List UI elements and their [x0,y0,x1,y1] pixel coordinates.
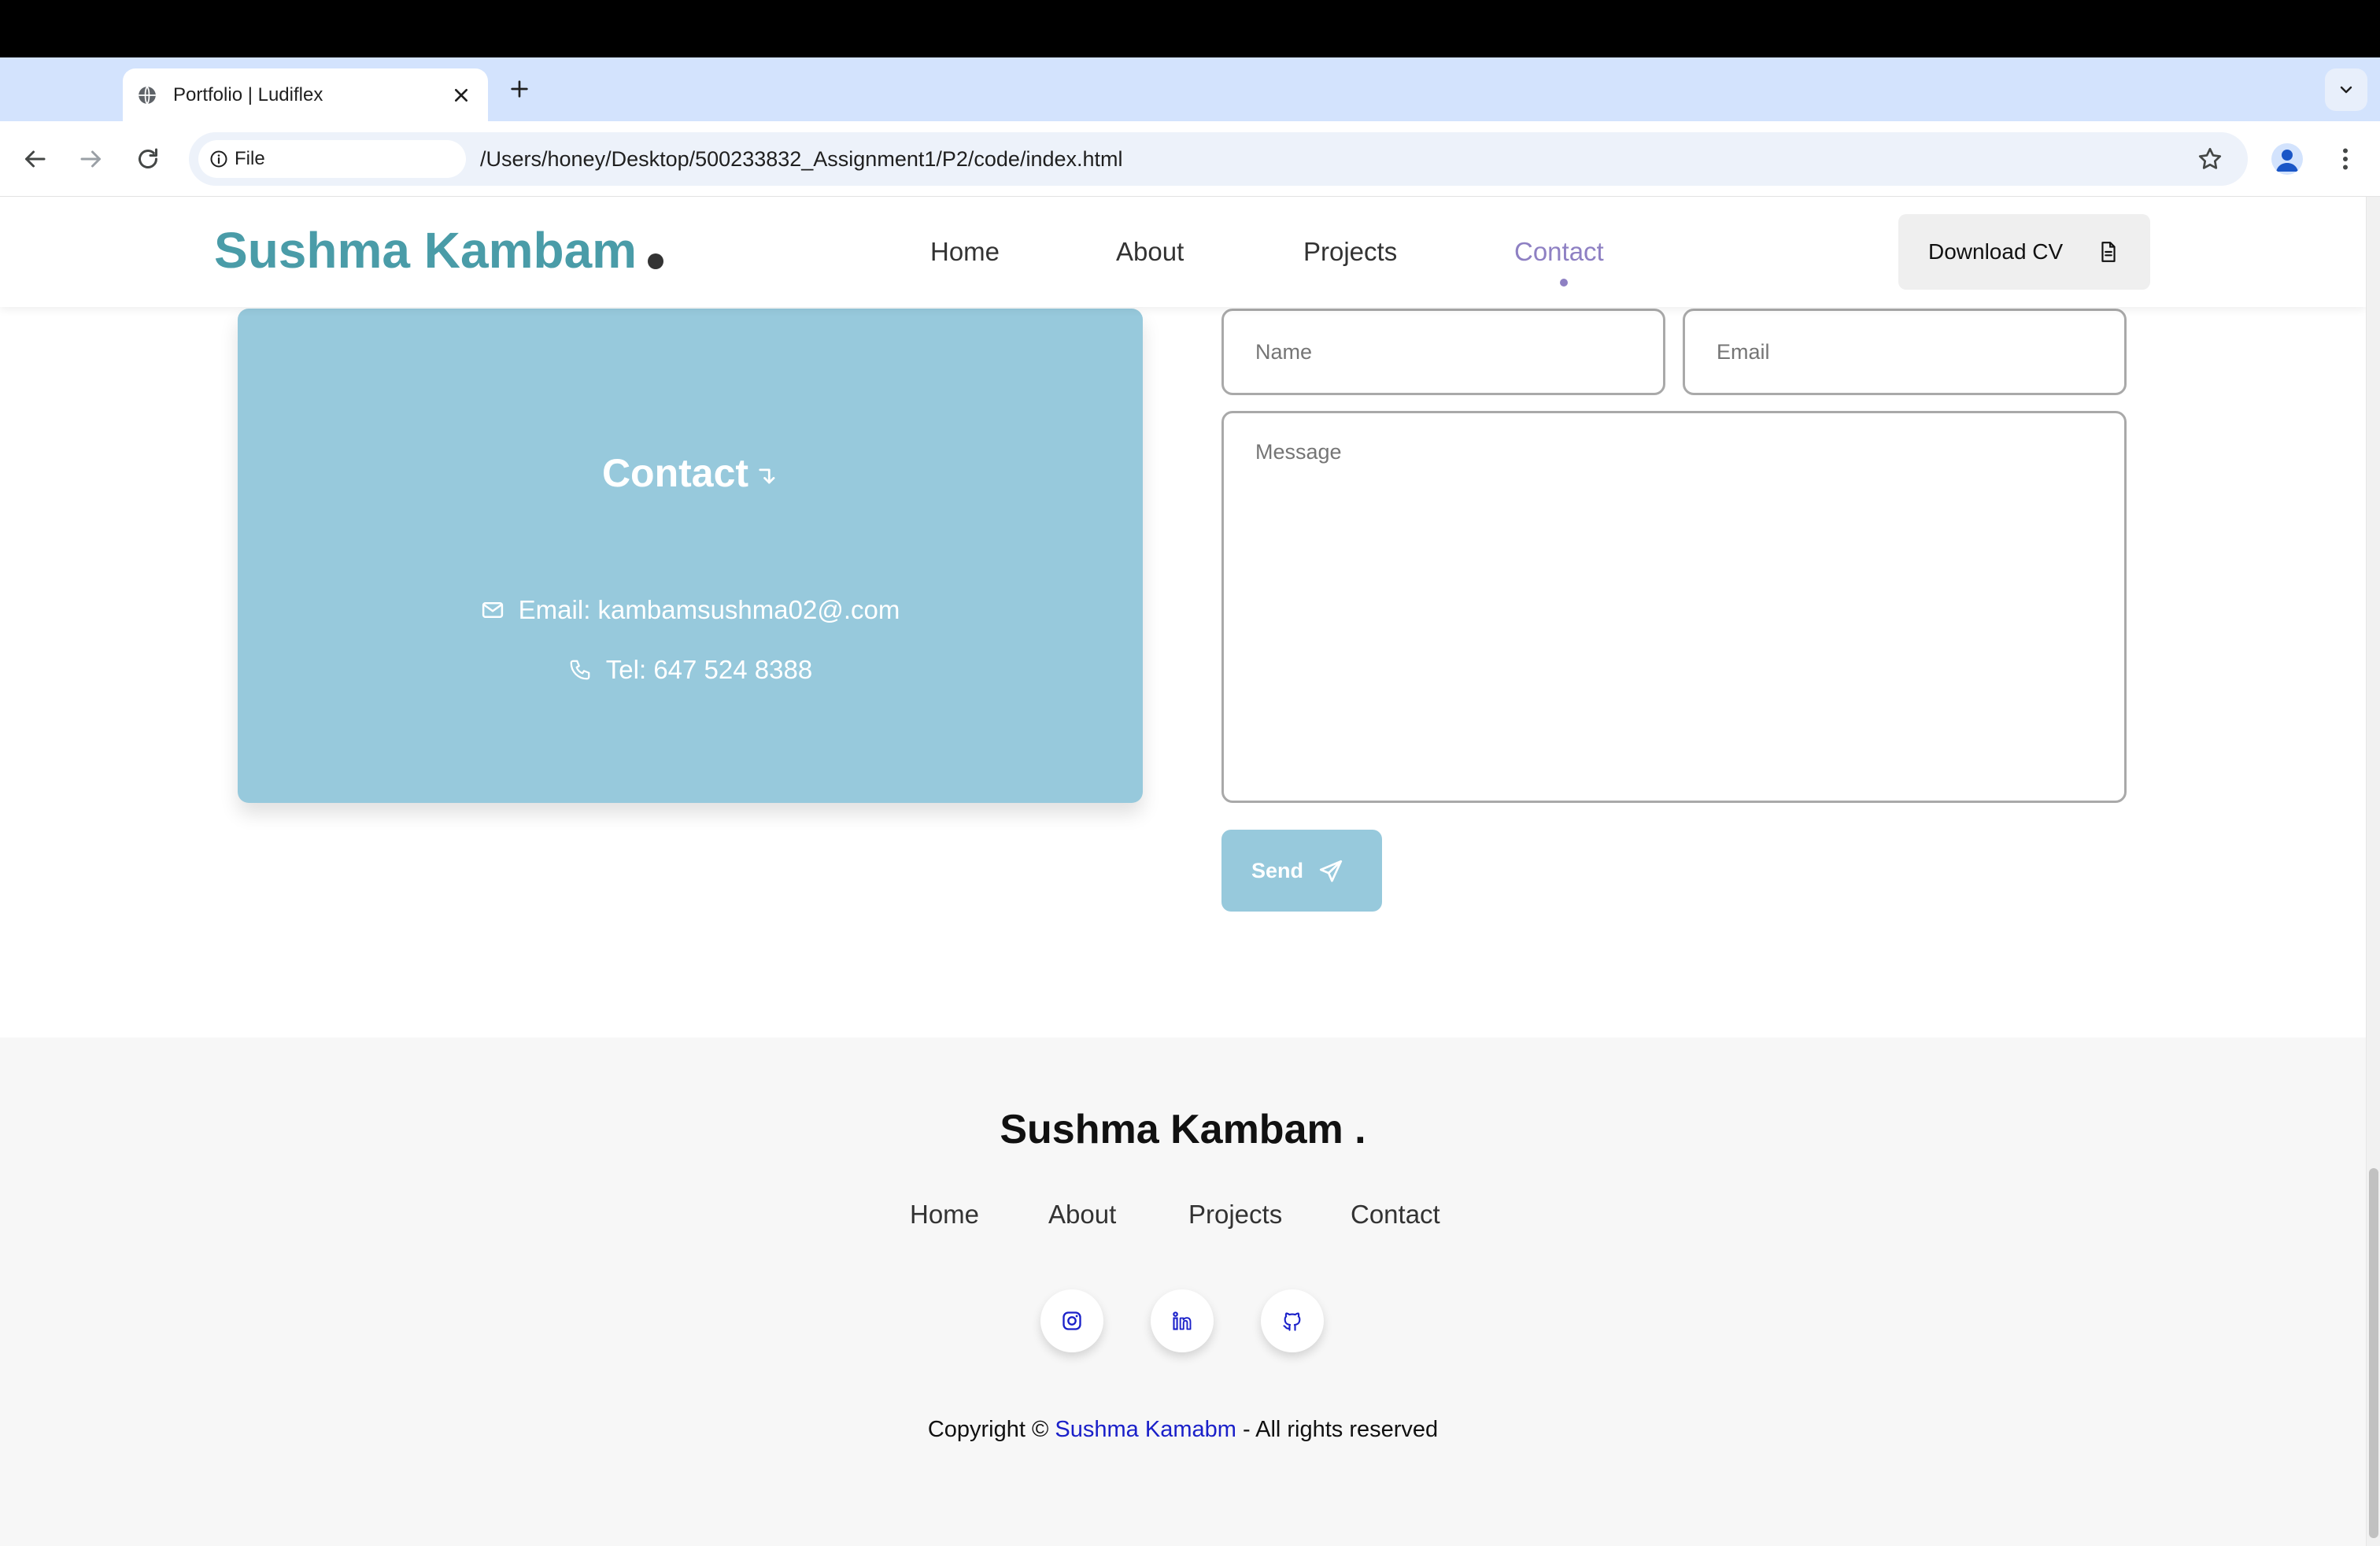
contact-info-card: Contact Email: kambamsushma02@.com Tel: … [238,309,1143,803]
contact-tel[interactable]: Tel: 647 524 8388 [606,655,812,684]
tab-title: Portfolio | Ludiflex [173,84,323,105]
browser-toolbar: File /Users/honey/Desktop/500233832_Assi… [0,121,2380,197]
download-cv-label: Download CV [1928,239,2064,264]
site-info-chip[interactable]: File [198,140,466,178]
footer-link-contact[interactable]: Contact [1351,1195,1440,1234]
tab-search-button[interactable] [2325,68,2367,111]
copyright-author-link[interactable]: Sushma Kamabm [1055,1417,1236,1442]
copyright-text: Copyright © Sushma Kamabm - All rights r… [0,1412,2366,1447]
send-icon [1318,858,1344,885]
nav-about[interactable]: About [1116,231,1184,272]
site-logo[interactable]: Sushma Kambam [214,219,664,282]
browser-tab-strip: Portfolio | Ludiflex [0,57,2380,121]
back-icon[interactable] [20,145,49,173]
nav-projects[interactable]: Projects [1303,231,1397,272]
logo-dot [648,253,664,269]
screen-top-bar [0,0,2380,57]
contact-email[interactable]: Email: kambamsushma02@.com [519,595,900,624]
footer-title: Sushma Kambam . [1000,1107,1366,1152]
nav-contact[interactable]: Contact [1514,231,1604,272]
plus-icon[interactable] [507,76,532,102]
globe-icon [137,85,157,105]
reload-icon[interactable] [134,145,162,173]
copyright-suffix: - All rights reserved [1242,1417,1439,1442]
info-icon [209,150,228,168]
send-button[interactable]: Send [1221,830,1382,912]
profile-icon[interactable] [2271,143,2303,175]
footer-link-about[interactable]: About [1048,1195,1116,1234]
site-footer: Sushma Kambam . Home About Projects Cont… [0,1037,2366,1546]
star-icon[interactable] [2196,145,2224,173]
site-header: Sushma Kambam Home About Projects Contac… [0,197,2366,307]
mail-icon [481,598,504,622]
page-viewport: Sushma Kambam Home About Projects Contac… [0,197,2366,1546]
chip-label: File [235,148,265,169]
contact-title: Contact [238,446,1143,501]
footer-link-projects[interactable]: Projects [1188,1195,1282,1234]
phone-icon [568,658,592,682]
close-icon[interactable] [449,83,474,108]
send-label: Send [1251,859,1304,882]
document-icon [2098,241,2119,263]
copyright-prefix: Copyright © [927,1417,1049,1442]
scrollbar-thumb[interactable] [2369,1168,2378,1538]
contact-title-text: Contact [601,451,749,495]
message-textarea[interactable] [1221,411,2127,803]
instagram-link[interactable] [1040,1289,1103,1352]
forward-icon[interactable] [77,145,105,173]
linkedin-link[interactable] [1151,1289,1214,1352]
active-nav-indicator [1560,279,1568,287]
address-bar[interactable]: File /Users/honey/Desktop/500233832_Assi… [189,132,2248,186]
browser-tab[interactable]: Portfolio | Ludiflex [123,68,488,121]
footer-link-home[interactable]: Home [910,1195,979,1234]
email-input[interactable] [1683,309,2127,395]
arrow-down-right-icon [756,464,778,488]
contact-email-line: Email: kambamsushma02@.com [238,590,1143,630]
more-vert-icon[interactable] [2331,143,2360,175]
nav-home[interactable]: Home [930,231,1000,272]
page-scrollbar[interactable] [2366,197,2380,1546]
logo-text: Sushma Kambam [214,222,638,279]
download-cv-button[interactable]: Download CV [1898,214,2150,290]
github-link[interactable] [1261,1289,1324,1352]
name-input[interactable] [1221,309,1665,395]
url-text[interactable]: /Users/honey/Desktop/500233832_Assignmen… [480,132,1123,186]
contact-tel-line: Tel: 647 524 8388 [238,650,1143,690]
